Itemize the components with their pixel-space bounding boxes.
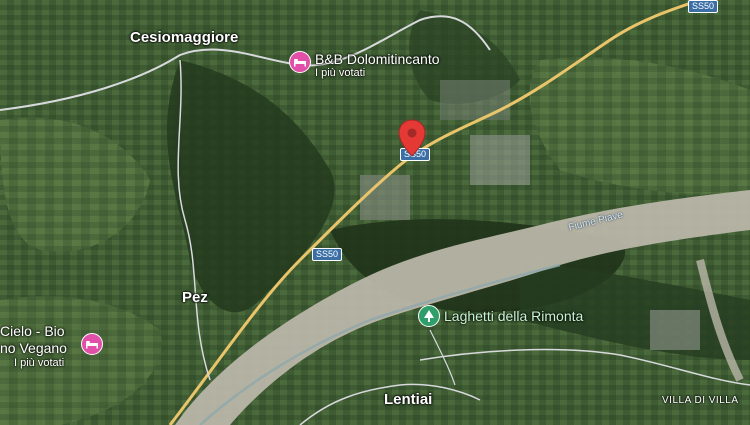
town-label-pez[interactable]: Pez — [182, 290, 208, 305]
bed-icon[interactable] — [81, 333, 103, 355]
poi-cielo-bio-subtitle: I più votati — [14, 357, 65, 369]
poi-name: B&B Dolomitincanto — [315, 51, 440, 67]
satellite-map[interactable]: SS50 SS50 SS50 Fiume Piave Cesiomaggiore… — [0, 0, 750, 425]
poi-cielo-bio-name-line2[interactable]: no Vegano — [0, 341, 67, 355]
poi-laghetti-della-rimonta[interactable]: Laghetti della Rimonta — [418, 305, 583, 327]
poi-subtitle: I più votati — [315, 67, 366, 79]
road-shield-ss50-top: SS50 — [688, 0, 719, 13]
bed-icon — [289, 51, 311, 73]
tree-icon — [418, 305, 440, 327]
poi-cielo-bio-name-line1[interactable]: Cielo - Bio — [0, 324, 65, 338]
town-label-cesiomaggiore[interactable]: Cesiomaggiore — [130, 30, 238, 45]
poi-bnb-dolomitincanto[interactable]: B&B Dolomitincanto I più votati — [289, 51, 440, 79]
town-label-villa-di-villa[interactable]: VILLA DI VILLA — [662, 396, 739, 406]
town-label-lentiai[interactable]: Lentiai — [384, 392, 432, 407]
poi-name: Laghetti della Rimonta — [444, 308, 584, 324]
road-shield-ss50-lower: SS50 — [312, 248, 343, 261]
location-pin-icon[interactable] — [397, 118, 427, 158]
